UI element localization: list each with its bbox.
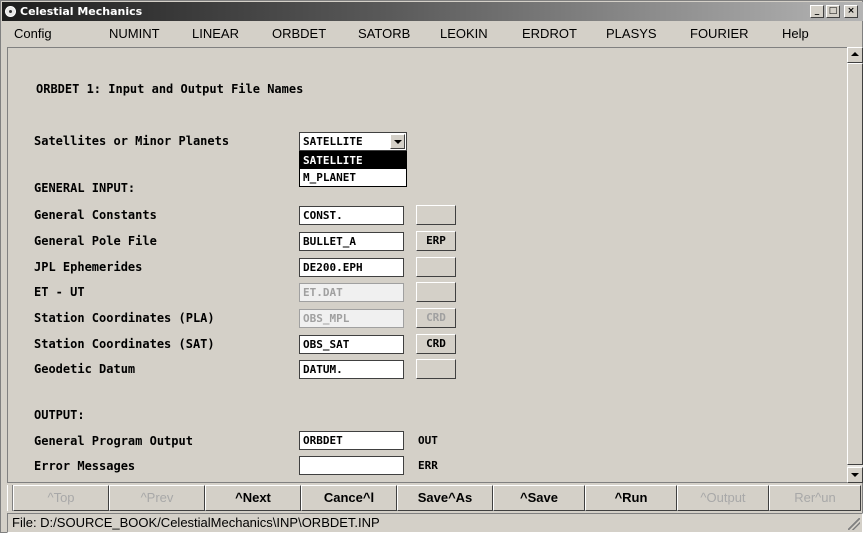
object-type-select[interactable]: SATELLITE (299, 132, 407, 151)
jpl-ephemerides-label: JPL Ephemerides (34, 260, 143, 274)
menu-numint[interactable]: NUMINT (109, 26, 160, 41)
jpl-ephemerides-field[interactable]: DE200.EPH (299, 258, 404, 277)
et-ut-field: ET.DAT (299, 283, 404, 302)
menu-linear[interactable]: LINEAR (192, 26, 239, 41)
resize-grip-icon[interactable] (848, 518, 860, 530)
menu-plasys[interactable]: PLASYS (606, 26, 657, 41)
menu-help[interactable]: Help (782, 26, 809, 41)
form-panel: ORBDET 1: Input and Output File Names Sa… (7, 47, 847, 483)
station-coordinates-pla-field: OBS_MPL (299, 309, 404, 328)
dropdown-option-satellite[interactable]: SATELLITE (300, 152, 406, 169)
error-messages-field[interactable] (299, 456, 404, 475)
cancel-button[interactable]: Cance^l (301, 485, 397, 511)
top-button: ^Top (13, 485, 109, 511)
save-as-button[interactable]: Save^As (397, 485, 493, 511)
output-heading: OUTPUT: (34, 408, 85, 422)
station-coordinates-sat-field[interactable]: OBS_SAT (299, 335, 404, 354)
prev-button: ^Prev (109, 485, 205, 511)
menu-leokin[interactable]: LEOKIN (440, 26, 488, 41)
scroll-thumb[interactable] (847, 63, 863, 465)
menu-config[interactable]: Config (14, 26, 52, 41)
geodetic-datum-button[interactable] (416, 359, 456, 379)
app-icon[interactable] (5, 6, 16, 17)
menu-bar: Config NUMINT LINEAR ORBDET SATORB LEOKI… (2, 22, 863, 44)
window-title: Celestial Mechanics (20, 5, 143, 18)
crd-pla-button: CRD (416, 308, 456, 328)
minimize-icon[interactable]: _ (810, 5, 824, 18)
station-coordinates-pla-label: Station Coordinates (PLA) (34, 311, 215, 325)
output-button: ^Output (677, 485, 769, 511)
status-bar: File: D:/SOURCE_BOOK/CelestialMechanics\… (7, 513, 863, 533)
crd-sat-button[interactable]: CRD (416, 334, 456, 354)
run-button[interactable]: ^Run (585, 485, 677, 511)
general-program-output-label: General Program Output (34, 434, 193, 448)
next-button[interactable]: ^Next (205, 485, 301, 511)
scroll-up-icon[interactable] (847, 47, 863, 63)
save-button[interactable]: ^Save (493, 485, 585, 511)
station-coordinates-sat-label: Station Coordinates (SAT) (34, 337, 215, 351)
vertical-scrollbar[interactable] (847, 47, 863, 483)
page-title: ORBDET 1: Input and Output File Names (36, 82, 304, 96)
main-window: Celestial Mechanics _ □ × Config NUMINT … (0, 0, 863, 533)
chevron-down-icon[interactable] (390, 134, 405, 149)
object-type-label: Satellites or Minor Planets (34, 134, 230, 148)
general-program-output-field[interactable]: ORBDET (299, 431, 404, 450)
menu-fourier[interactable]: FOURIER (690, 26, 749, 41)
navigation-bar: ^Top ^Prev ^Next Cance^l Save^As ^Save ^… (7, 485, 863, 511)
general-constants-button[interactable] (416, 205, 456, 225)
title-bar[interactable]: Celestial Mechanics _ □ × (2, 2, 863, 21)
jpl-ephemerides-button[interactable] (416, 257, 456, 277)
dropdown-option-m-planet[interactable]: M_PLANET (300, 169, 406, 186)
object-type-value: SATELLITE (303, 135, 363, 148)
et-ut-button (416, 282, 456, 302)
geodetic-datum-field[interactable]: DATUM. (299, 360, 404, 379)
et-ut-label: ET - UT (34, 285, 85, 299)
out-suffix: OUT (418, 434, 438, 447)
menu-erdrot[interactable]: ERDROT (522, 26, 577, 41)
general-pole-file-field[interactable]: BULLET_A (299, 232, 404, 251)
menu-orbdet[interactable]: ORBDET (272, 26, 326, 41)
general-constants-label: General Constants (34, 208, 157, 222)
err-suffix: ERR (418, 459, 438, 472)
general-pole-file-label: General Pole File (34, 234, 157, 248)
close-icon[interactable]: × (844, 5, 858, 18)
general-constants-field[interactable]: CONST. (299, 206, 404, 225)
status-file-path: File: D:/SOURCE_BOOK/CelestialMechanics\… (12, 515, 380, 530)
object-type-dropdown: SATELLITE M_PLANET (299, 151, 407, 187)
maximize-icon[interactable]: □ (826, 5, 840, 18)
menu-satorb[interactable]: SATORB (358, 26, 410, 41)
scroll-down-icon[interactable] (847, 467, 863, 483)
geodetic-datum-label: Geodetic Datum (34, 362, 136, 376)
rerun-button: Rer^un (769, 485, 861, 511)
erp-button[interactable]: ERP (416, 231, 456, 251)
error-messages-label: Error Messages (34, 459, 136, 473)
general-input-heading: GENERAL INPUT: (34, 181, 136, 195)
